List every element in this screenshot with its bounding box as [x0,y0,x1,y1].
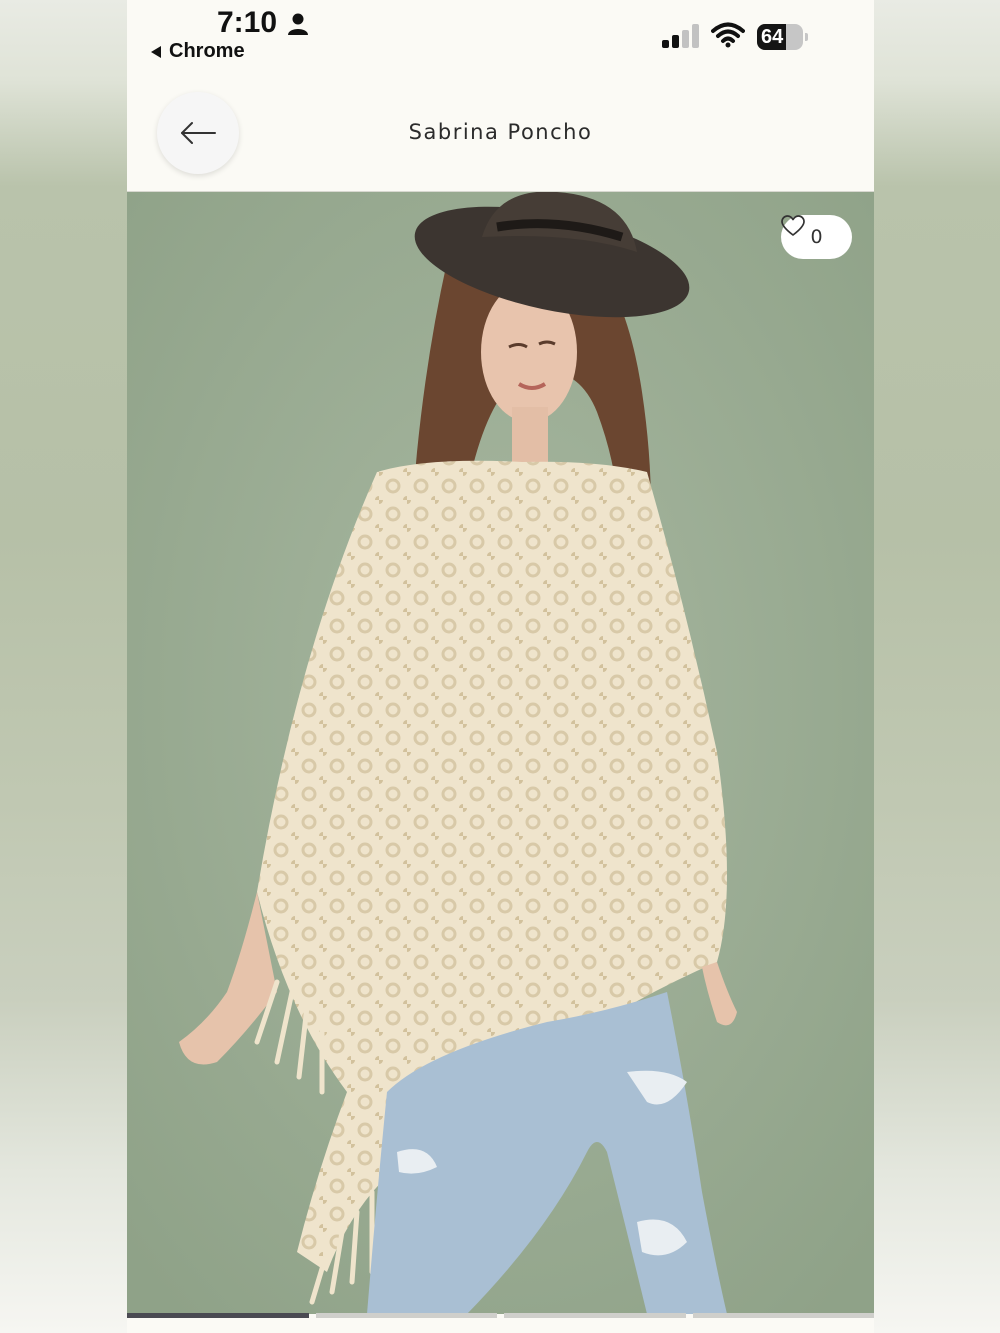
like-count: 0 [810,226,823,248]
carousel-segment[interactable] [315,1313,497,1318]
back-to-app-link[interactable]: Chrome [149,40,245,63]
app-header: Sabrina Poncho [127,70,874,192]
backdrop-right [874,0,1000,1333]
heart-outline-icon [781,215,805,236]
back-to-app-label: Chrome [169,40,245,62]
carousel-segment[interactable] [127,1313,309,1318]
bottom-strip [127,1319,874,1333]
like-button[interactable]: 0 [781,215,852,259]
carousel-segment[interactable] [504,1313,686,1318]
product-image[interactable]: 0 [127,192,874,1314]
phone-screen: 7:10 Chrome 64 Sabrina Poncho 0 [127,0,874,1333]
status-bar: 7:10 Chrome 64 [127,0,874,70]
carousel-segment[interactable] [692,1313,874,1318]
status-time: 7:10 [217,6,278,39]
signal-icon [662,24,699,48]
wifi-icon [711,22,745,48]
backdrop-left [0,0,127,1333]
battery-icon: 64 [757,24,809,50]
back-triangle-icon [151,45,161,58]
product-photo-illustration [127,192,874,1314]
battery-body: 64 [757,24,803,50]
person-icon [288,13,308,35]
page-title: Sabrina Poncho [408,120,593,144]
battery-cap [805,33,808,41]
battery-level: 64 [761,26,784,48]
